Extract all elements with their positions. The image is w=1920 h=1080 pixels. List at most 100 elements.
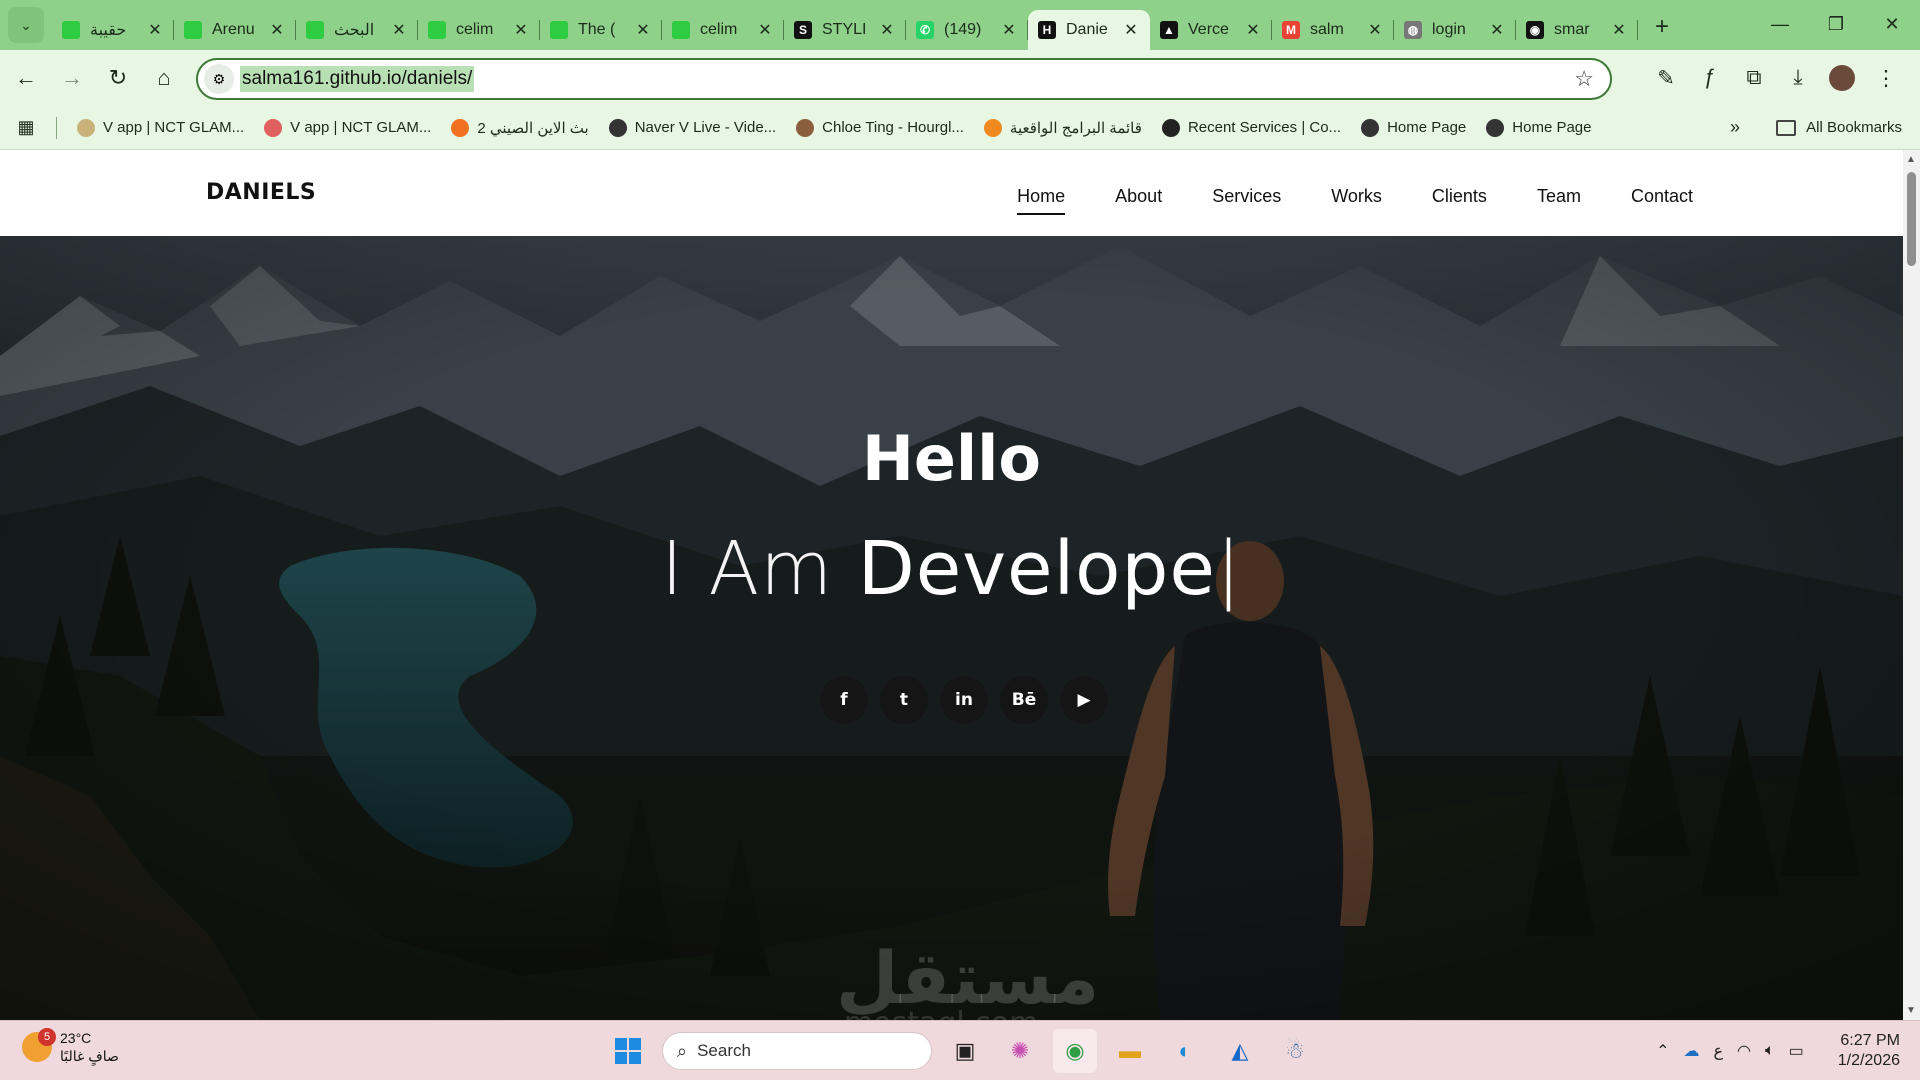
more-bookmarks-chevron[interactable]: » [1730, 117, 1740, 138]
browser-tab[interactable]: ◍ login ✕ [1394, 10, 1516, 50]
address-bar[interactable]: ⚙ salma161.github.io/daniels/ ☆ [196, 58, 1612, 100]
file-explorer-icon[interactable]: ▬ [1108, 1029, 1152, 1073]
nav-link-team[interactable]: Team [1537, 186, 1581, 215]
tab-close-icon[interactable]: ✕ [1366, 20, 1384, 40]
penguin-app-icon[interactable]: ☃ [1273, 1029, 1317, 1073]
tab-close-icon[interactable]: ✕ [390, 20, 408, 40]
tab-title: (149) [944, 21, 982, 38]
browser-tab[interactable]: ▲ Verce ✕ [1150, 10, 1272, 50]
profile-avatar[interactable] [1829, 65, 1855, 91]
wifi-icon[interactable]: ◠ [1737, 1041, 1751, 1061]
bookmark-item[interactable]: قائمة البرامج الواقعية [974, 113, 1152, 143]
copilot-icon[interactable]: ✺ [998, 1029, 1042, 1073]
browser-tab[interactable]: H Danie ✕ [1028, 10, 1150, 50]
browser-tab[interactable]: ✆ (149) ✕ [906, 10, 1028, 50]
eyedropper-extension-icon[interactable]: ✎ [1644, 56, 1688, 100]
nav-link-clients[interactable]: Clients [1432, 186, 1487, 215]
weather-widget[interactable]: 5 23°C صافٍ غالبًا [22, 1028, 119, 1065]
bookmark-item[interactable]: Home Page [1476, 113, 1601, 143]
browser-tab[interactable]: Msalm ✕ [1272, 10, 1394, 50]
nav-link-works[interactable]: Works [1331, 186, 1382, 215]
bookmark-list: V app | NCT GLAM... V app | NCT GLAM... بث… [67, 113, 1602, 143]
nav-link-contact[interactable]: Contact [1631, 186, 1693, 215]
nav-link-about[interactable]: About [1115, 186, 1162, 215]
language-indicator[interactable]: ع [1713, 1041, 1723, 1061]
tab-title: STYLI [822, 21, 867, 38]
all-bookmarks-button[interactable]: All Bookmarks [1776, 119, 1902, 136]
tab-close-icon[interactable]: ✕ [268, 20, 286, 40]
onedrive-icon[interactable]: ☁ [1683, 1041, 1699, 1061]
tab-close-icon[interactable]: ✕ [1122, 20, 1140, 40]
battery-icon[interactable]: ▭ [1789, 1041, 1804, 1061]
tab-close-icon[interactable]: ✕ [634, 20, 652, 40]
tab-title: smar [1554, 21, 1590, 38]
bookmark-item[interactable]: V app | NCT GLAM... [254, 113, 441, 143]
vscode-icon[interactable]: ◭ [1218, 1029, 1262, 1073]
edge-icon[interactable]: ◐ [1163, 1029, 1207, 1073]
start-button[interactable] [606, 1029, 650, 1073]
new-tab-button[interactable]: + [1646, 11, 1678, 43]
apps-grid-icon[interactable]: ▦ [6, 113, 46, 143]
tab-close-icon[interactable]: ✕ [756, 20, 774, 40]
clock[interactable]: 6:27 PM 1/2/2026 [1824, 1031, 1900, 1071]
browser-tab[interactable]: البحث ✕ [296, 10, 418, 50]
downloads-icon[interactable]: ⤓ [1776, 56, 1820, 100]
close-window-icon[interactable]: ✕ [1864, 0, 1920, 48]
chrome-icon[interactable]: ◉ [1053, 1029, 1097, 1073]
browser-tab[interactable]: ◉ smar ✕ [1516, 10, 1638, 50]
back-icon[interactable]: ← [6, 58, 46, 98]
tab-favicon-icon: ✆ [916, 21, 934, 39]
browser-tab[interactable]: celim ✕ [418, 10, 540, 50]
url-text[interactable]: salma161.github.io/daniels/ [240, 66, 475, 92]
menu-kebab-icon[interactable]: ⋮ [1864, 56, 1908, 100]
browser-tab[interactable]: S STYLI ✕ [784, 10, 906, 50]
bookmark-item[interactable]: Recent Services | Co... [1152, 113, 1351, 143]
show-hidden-icons-chevron[interactable]: ⌃ [1656, 1041, 1669, 1061]
forward-icon[interactable]: → [52, 58, 92, 98]
tab-close-icon[interactable]: ✕ [1610, 20, 1628, 40]
browser-tab[interactable]: حقيبة ✕ [52, 10, 174, 50]
bookmark-star-icon[interactable]: ☆ [1574, 66, 1594, 92]
browser-tab[interactable]: The (✕ [540, 10, 662, 50]
bookmark-item[interactable]: Home Page [1351, 113, 1476, 143]
bookmark-item[interactable]: Chloe Ting - Hourgl... [786, 113, 974, 143]
browser-tab[interactable]: Arenu ✕ [174, 10, 296, 50]
linkedin-icon[interactable]: in [940, 676, 988, 724]
scroll-thumb[interactable] [1907, 172, 1916, 266]
minimize-icon[interactable]: — [1752, 0, 1808, 48]
tab-close-icon[interactable]: ✕ [1488, 20, 1506, 40]
page-scrollbar[interactable]: ▲ ▼ [1903, 150, 1920, 1020]
tab-search-button[interactable]: ⌄ [8, 7, 44, 43]
tab-close-icon[interactable]: ✕ [512, 20, 530, 40]
scroll-up-arrow-icon[interactable]: ▲ [1906, 154, 1916, 165]
bookmark-item[interactable]: V app | NCT GLAM... [67, 113, 254, 143]
volume-icon[interactable]: 🔈︎ [1765, 1042, 1775, 1060]
browser-tab[interactable]: celim ✕ [662, 10, 784, 50]
restore-icon[interactable]: ❐ [1808, 0, 1864, 48]
site-logo[interactable]: DANIELS [206, 180, 316, 205]
font-extension-icon[interactable]: ƒ [1688, 56, 1732, 100]
tab-close-icon[interactable]: ✕ [146, 20, 164, 40]
home-icon[interactable]: ⌂ [144, 58, 184, 98]
extensions-puzzle-icon[interactable]: ⧉ [1732, 56, 1776, 100]
hero-section: Hello I Am Develope| ftinBē▶ مستقل mosta… [0, 236, 1903, 1020]
scroll-down-arrow-icon[interactable]: ▼ [1906, 1005, 1916, 1016]
nav-link-home[interactable]: Home [1017, 186, 1066, 215]
taskbar-search[interactable]: ⌕ Search [662, 1032, 932, 1070]
window-controls: — ❐ ✕ [1752, 0, 1920, 48]
nav-link-services[interactable]: Services [1212, 186, 1281, 215]
bookmark-item[interactable]: Naver V Live - Vide... [599, 113, 786, 143]
site-info-icon[interactable]: ⚙ [204, 64, 234, 94]
task-view-icon[interactable]: ▣ [943, 1029, 987, 1073]
tab-close-icon[interactable]: ✕ [1000, 20, 1018, 40]
twitter-icon[interactable]: t [880, 676, 928, 724]
tab-close-icon[interactable]: ✕ [1244, 20, 1262, 40]
tab-title: celim [456, 21, 494, 38]
reload-icon[interactable]: ↻ [98, 58, 138, 98]
bookmark-item[interactable]: بث الاين الصيني 2 [441, 113, 598, 143]
site-header: DANIELS Home About Services Works Clients Tea… [0, 150, 1903, 236]
behance-icon[interactable]: Bē [1000, 676, 1048, 724]
tab-close-icon[interactable]: ✕ [878, 20, 896, 40]
facebook-icon[interactable]: f [820, 676, 868, 724]
youtube-icon[interactable]: ▶ [1060, 676, 1108, 724]
